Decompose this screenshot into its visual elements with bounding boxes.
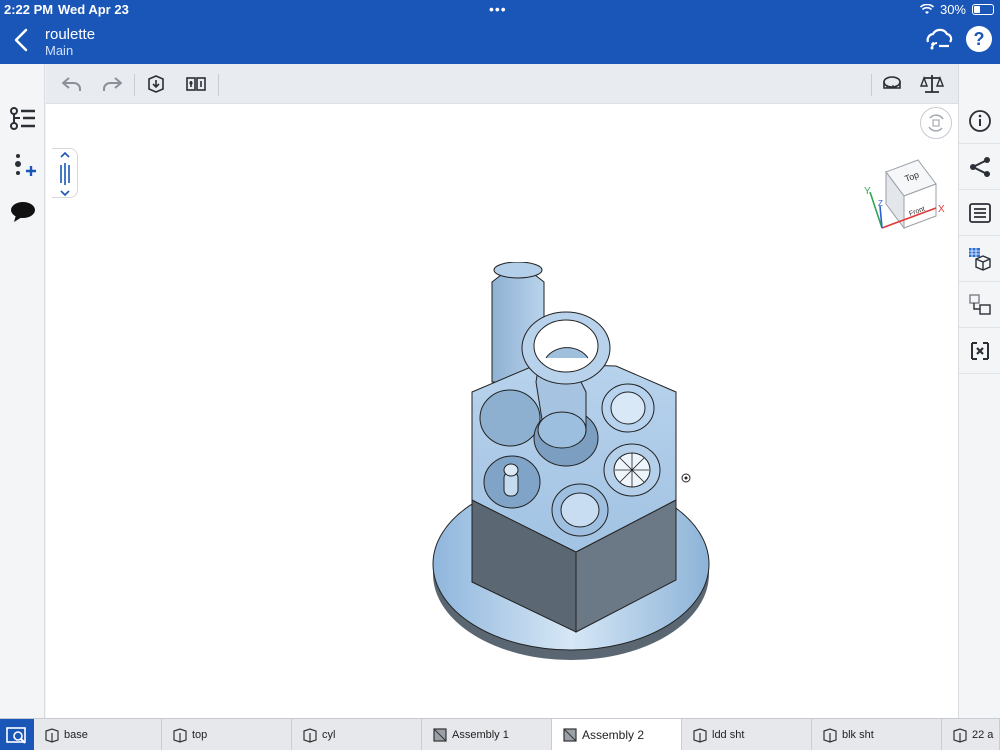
share-icon: [970, 157, 990, 177]
tab-22a[interactable]: 22 a: [942, 719, 1000, 750]
share-button[interactable]: [959, 144, 1000, 190]
battery-percent: 30%: [939, 2, 966, 17]
part-studio-icon: [693, 728, 707, 743]
help-button[interactable]: ?: [966, 26, 992, 52]
panel-collapse-tab[interactable]: [52, 148, 78, 198]
view-cube[interactable]: Top Front X Y Z: [856, 150, 951, 242]
part-studio-icon: [953, 728, 967, 743]
tab-manager-button[interactable]: [0, 719, 34, 750]
insert-part-icon[interactable]: [144, 72, 168, 96]
tab-ldd-sht[interactable]: ldd sht: [682, 719, 812, 750]
part-studio-icon: [303, 728, 317, 743]
part-studio-icon: [173, 728, 187, 743]
assembly-icon: [563, 728, 577, 742]
list-icon: [969, 203, 991, 223]
rotate-view-icon: [928, 114, 944, 132]
app-window: 2:22 PM Wed Apr 23 ••• 30% roulette Main…: [0, 0, 1000, 750]
info-icon: [969, 110, 991, 132]
orbit-button[interactable]: [920, 107, 952, 139]
tab-label: Assembly 2: [582, 728, 645, 742]
tab-label: base: [64, 729, 88, 741]
undo-icon[interactable]: [60, 72, 84, 96]
redo-icon[interactable]: [100, 72, 124, 96]
properties-button[interactable]: [959, 98, 1000, 144]
tab-assembly-1[interactable]: Assembly 1: [422, 719, 552, 750]
left-rail: [0, 64, 45, 718]
right-rail: [958, 64, 1000, 718]
part-studio-icon: [823, 728, 837, 743]
tab-label: ldd sht: [712, 729, 745, 741]
toolbar: [46, 64, 958, 104]
mass-properties-icon[interactable]: [920, 72, 944, 96]
top-bar: 2:22 PM Wed Apr 23 ••• 30% roulette Main…: [0, 0, 1000, 64]
battery-icon: [972, 4, 994, 15]
status-time: 2:22 PM: [4, 2, 54, 17]
assembly-icon: [433, 728, 447, 742]
comment-icon[interactable]: [10, 198, 38, 226]
graphics-viewport[interactable]: Top Front X Y Z: [46, 104, 958, 718]
status-date: Wed Apr 23: [58, 2, 129, 17]
wifi-icon: [919, 4, 934, 14]
tab-blk-sht[interactable]: blk sht: [812, 719, 942, 750]
variables-button[interactable]: [959, 328, 1000, 374]
document-title: roulette: [45, 26, 96, 43]
tab-label: 22 a: [972, 729, 994, 741]
bill-of-materials-button[interactable]: [959, 190, 1000, 236]
exploded-view-icon[interactable]: [184, 72, 208, 96]
axis-z-label: Z: [878, 199, 883, 208]
configurations-button[interactable]: [959, 282, 1000, 328]
status-right: 30%: [919, 2, 994, 17]
appearance-cube-icon: [969, 248, 991, 271]
configuration-icon: [969, 294, 991, 315]
part-studio-icon: [45, 728, 59, 743]
appearance-button[interactable]: [959, 236, 1000, 282]
workspace-name: Main: [45, 43, 74, 58]
axis-x-label: X: [938, 204, 945, 215]
tab-label: cyl: [322, 729, 336, 741]
insert-mate-icon[interactable]: [10, 152, 38, 180]
tab-label: blk sht: [842, 729, 874, 741]
cloud-link-icon[interactable]: [924, 26, 954, 52]
tab-label: top: [192, 729, 208, 741]
assembly-3d-model[interactable]: [416, 262, 716, 662]
feature-tree-icon[interactable]: [9, 106, 37, 134]
multitask-dots[interactable]: •••: [489, 2, 507, 16]
tab-cyl[interactable]: cyl: [292, 719, 422, 750]
back-chevron-icon[interactable]: [10, 26, 34, 54]
toolbar-divider: [218, 74, 219, 96]
tab-search-icon: [6, 727, 26, 744]
tab-assembly-2[interactable]: Assembly 2: [552, 719, 682, 750]
tab-base[interactable]: base: [34, 719, 162, 750]
toolbar-divider: [134, 74, 135, 96]
expand-collapse-icon: [60, 151, 70, 197]
measure-tape-icon[interactable]: [880, 72, 904, 96]
tab-label: Assembly 1: [452, 729, 509, 741]
document-tabs-bar: base top cyl Assembly 1 Assembly 2 ldd s…: [0, 718, 1000, 750]
tab-top[interactable]: top: [162, 719, 292, 750]
axis-y-label: Y: [864, 186, 871, 197]
variable-table-icon: [971, 342, 989, 360]
toolbar-divider: [871, 74, 872, 96]
